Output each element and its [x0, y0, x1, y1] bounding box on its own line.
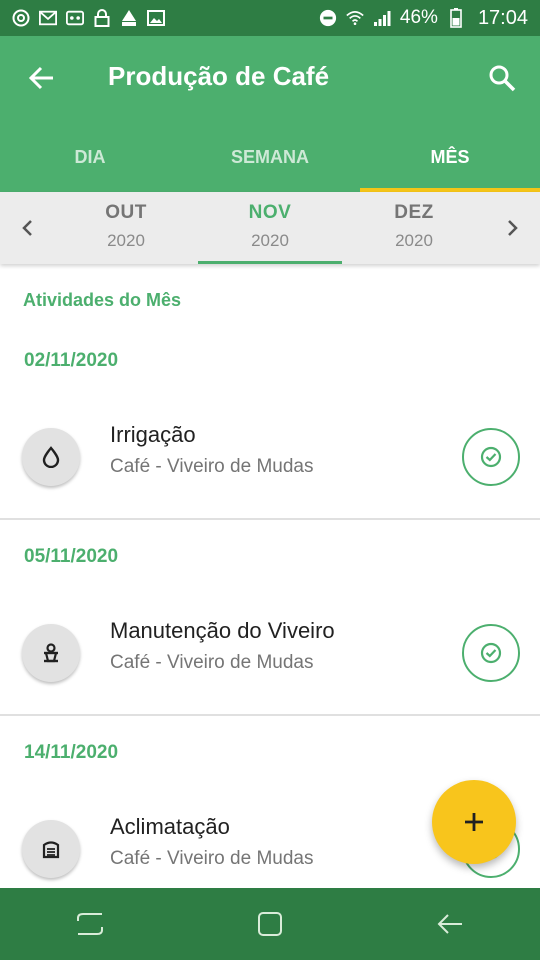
page-title: Produção de Café: [108, 61, 330, 91]
home-button[interactable]: [250, 904, 290, 944]
activity-avatar: [22, 820, 80, 878]
app-bar: Produção de Café: [0, 36, 540, 122]
search-button[interactable]: [484, 60, 520, 96]
previous-month-button[interactable]: [13, 214, 41, 242]
activity-subtitle: Café - Viveiro de Mudas: [110, 652, 314, 673]
status-bar: 46% 17:04: [0, 0, 540, 36]
month-name: DEZ: [394, 202, 434, 223]
battery-icon: [447, 8, 465, 28]
activity-avatar: [22, 624, 80, 682]
tab-semana[interactable]: SEMANA: [180, 122, 360, 192]
mm-app-icon: [120, 9, 138, 27]
month-option-nov[interactable]: NOV 2020: [198, 192, 342, 264]
tab-mes[interactable]: MÊS: [360, 122, 540, 192]
clock: 17:04: [477, 6, 528, 29]
arrow-back-icon: [28, 66, 53, 90]
month-year: 2020: [251, 231, 289, 250]
complete-status-button[interactable]: [462, 624, 520, 682]
section-title: Atividades do Mês: [23, 290, 182, 310]
home-icon: [258, 912, 282, 936]
chevron-left-icon: [22, 220, 32, 236]
divider: [0, 518, 540, 520]
chrome-icon: [12, 9, 30, 27]
back-button[interactable]: [24, 60, 60, 96]
period-tabs: DIA SEMANA MÊS: [0, 122, 540, 192]
month-year: 2020: [107, 231, 145, 250]
status-notifications: [12, 9, 165, 27]
recent-apps-icon: [77, 913, 103, 935]
system-navigation-bar: [0, 888, 540, 960]
activity-title: Irrigação: [110, 422, 196, 447]
month-selector: OUT 2020 NOV 2020 DEZ 2020: [0, 192, 540, 264]
date-header: 14/11/2020: [24, 742, 119, 763]
next-month-button[interactable]: [499, 214, 527, 242]
month-option-dez[interactable]: DEZ 2020: [342, 192, 486, 264]
water-drop-icon: [42, 446, 60, 468]
plus-icon: [465, 813, 483, 831]
seedling-pot-icon: [44, 643, 58, 663]
month-name: NOV: [248, 202, 292, 223]
divider: [0, 714, 540, 716]
month-option-out[interactable]: OUT 2020: [54, 192, 198, 264]
lock-icon: [93, 9, 111, 27]
activity-item-manutencao[interactable]: Manutenção do Viveiro Café - Viveiro de …: [0, 602, 540, 706]
activity-item-irrigacao[interactable]: Irrigação Café - Viveiro de Mudas: [0, 406, 540, 510]
greenhouse-icon: [42, 841, 60, 859]
gmail-icon: [39, 9, 57, 27]
check-circle-icon: [480, 446, 502, 468]
month-name: OUT: [105, 202, 147, 223]
activity-title: Manutenção do Viveiro: [110, 618, 335, 643]
check-circle-icon: [480, 642, 502, 664]
image-icon: [147, 9, 165, 27]
back-nav-button[interactable]: [430, 904, 470, 944]
date-header: 02/11/2020: [24, 350, 119, 371]
signal-icon: [373, 9, 391, 27]
do-not-disturb-icon: [319, 9, 337, 27]
status-system: 46% 17:04: [319, 7, 528, 30]
add-activity-button[interactable]: [432, 780, 516, 864]
tab-dia[interactable]: DIA: [0, 122, 180, 192]
activity-subtitle: Café - Viveiro de Mudas: [110, 848, 314, 869]
month-year: 2020: [395, 231, 433, 250]
activity-subtitle: Café - Viveiro de Mudas: [110, 456, 314, 477]
wifi-icon: [346, 9, 364, 27]
activity-title: Aclimatação: [110, 814, 230, 839]
activity-avatar: [22, 428, 80, 486]
complete-status-button[interactable]: [462, 428, 520, 486]
battery-percent: 46%: [399, 7, 438, 28]
voicemail-icon: [66, 9, 84, 27]
chevron-right-icon: [508, 220, 518, 236]
search-icon: [489, 65, 516, 92]
date-header: 05/11/2020: [24, 546, 119, 567]
recent-apps-button[interactable]: [70, 904, 110, 944]
back-arrow-icon: [437, 914, 462, 934]
